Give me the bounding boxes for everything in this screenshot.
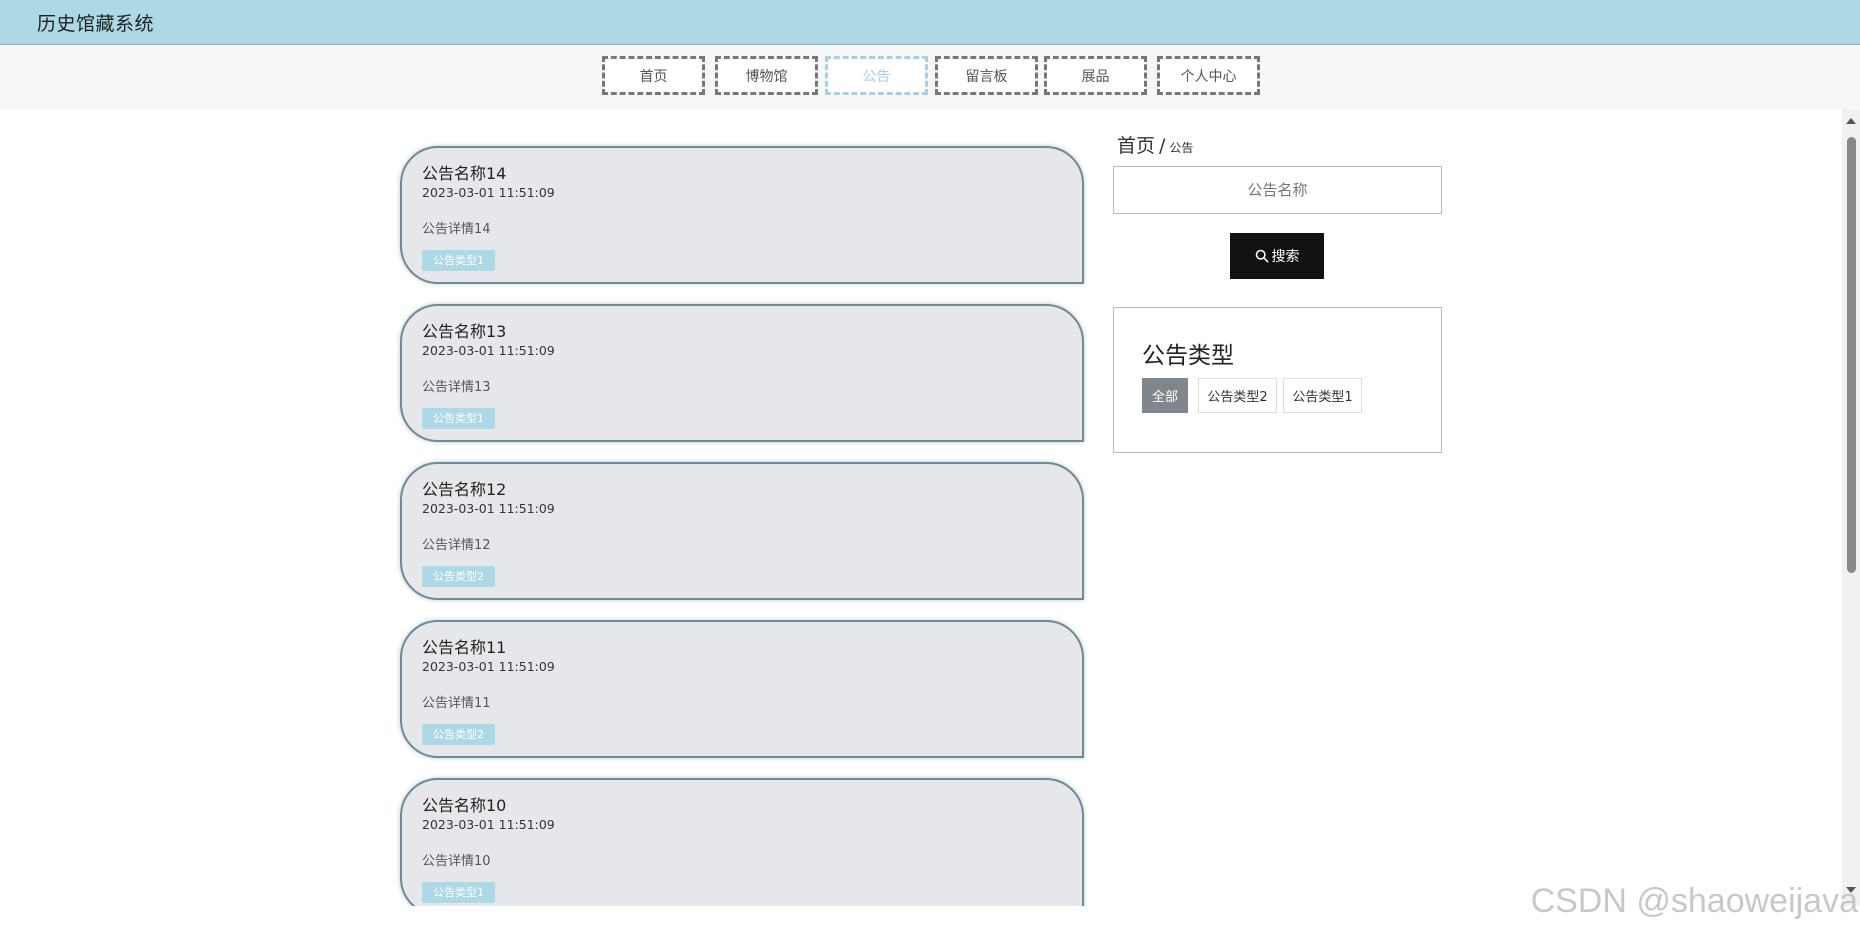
notice-desc: 公告详情10 — [422, 854, 491, 869]
scroll-thumb[interactable] — [1847, 137, 1856, 573]
notice-card[interactable]: 公告名称14 2023-03-01 11:51:09 公告详情14 公告类型1 — [400, 146, 1084, 284]
breadcrumb-home[interactable]: 首页 — [1117, 135, 1155, 157]
notice-card[interactable]: 公告名称10 2023-03-01 11:51:09 公告详情10 公告类型1 — [400, 778, 1084, 906]
notice-type-tag: 公告类型2 — [422, 566, 495, 587]
nav-item-personal-center[interactable]: 个人中心 — [1157, 56, 1260, 95]
notice-time: 2023-03-01 11:51:09 — [422, 185, 555, 200]
watermark: CSDN @shaoweijava — [1530, 882, 1858, 920]
search-input[interactable] — [1113, 166, 1442, 214]
notice-card[interactable]: 公告名称12 2023-03-01 11:51:09 公告详情12 公告类型2 — [400, 462, 1084, 600]
breadcrumb-separator: / — [1159, 135, 1166, 157]
type-filter-type2[interactable]: 公告类型2 — [1198, 378, 1277, 413]
notice-type-tag: 公告类型1 — [422, 250, 495, 271]
notice-time: 2023-03-01 11:51:09 — [422, 343, 555, 358]
search-button-label: 搜索 — [1271, 249, 1300, 265]
nav-item-home[interactable]: 首页 — [602, 56, 705, 95]
type-filter-type1[interactable]: 公告类型1 — [1283, 378, 1362, 413]
notice-card[interactable]: 公告名称13 2023-03-01 11:51:09 公告详情13 公告类型1 — [400, 304, 1084, 442]
notice-title: 公告名称11 — [422, 638, 507, 657]
notice-type-heading: 公告类型 — [1142, 343, 1234, 369]
nav-item-exhibits[interactable]: 展品 — [1044, 56, 1147, 95]
nav-item-notice[interactable]: 公告 — [825, 56, 928, 95]
notice-type-panel: 公告类型 全部 公告类型2 公告类型1 — [1113, 307, 1442, 453]
notice-desc: 公告详情12 — [422, 538, 491, 553]
notice-type-tag: 公告类型1 — [422, 882, 495, 903]
vertical-scrollbar[interactable] — [1842, 109, 1860, 906]
search-icon — [1255, 249, 1268, 263]
notice-title: 公告名称13 — [422, 322, 507, 341]
notice-title: 公告名称14 — [422, 164, 507, 183]
top-header: 历史馆藏系统 — [0, 0, 1860, 45]
notice-type-tag: 公告类型1 — [422, 408, 495, 429]
scroll-up-icon[interactable] — [1846, 118, 1856, 124]
breadcrumb-current: 公告 — [1169, 141, 1194, 155]
app-title: 历史馆藏系统 — [37, 13, 155, 35]
notice-time: 2023-03-01 11:51:09 — [422, 659, 555, 674]
breadcrumb: 首页 / 公告 — [1117, 131, 1193, 158]
search-button[interactable]: 搜索 — [1230, 233, 1324, 279]
notice-title: 公告名称10 — [422, 796, 507, 815]
notice-card[interactable]: 公告名称11 2023-03-01 11:51:09 公告详情11 公告类型2 — [400, 620, 1084, 758]
main-nav: 首页 博物馆 公告 留言板 展品 个人中心 — [0, 45, 1860, 109]
type-filter-all[interactable]: 全部 — [1142, 378, 1188, 413]
main-content: 公告名称14 2023-03-01 11:51:09 公告详情14 公告类型1 … — [0, 109, 1842, 906]
notice-title: 公告名称12 — [422, 480, 507, 499]
notice-time: 2023-03-01 11:51:09 — [422, 817, 555, 832]
notice-desc: 公告详情13 — [422, 380, 491, 395]
nav-item-message-board[interactable]: 留言板 — [935, 56, 1038, 95]
notice-time: 2023-03-01 11:51:09 — [422, 501, 555, 516]
notice-desc: 公告详情11 — [422, 696, 491, 711]
notice-desc: 公告详情14 — [422, 222, 491, 237]
notice-type-tag: 公告类型2 — [422, 724, 495, 745]
nav-item-museum[interactable]: 博物馆 — [715, 56, 818, 95]
